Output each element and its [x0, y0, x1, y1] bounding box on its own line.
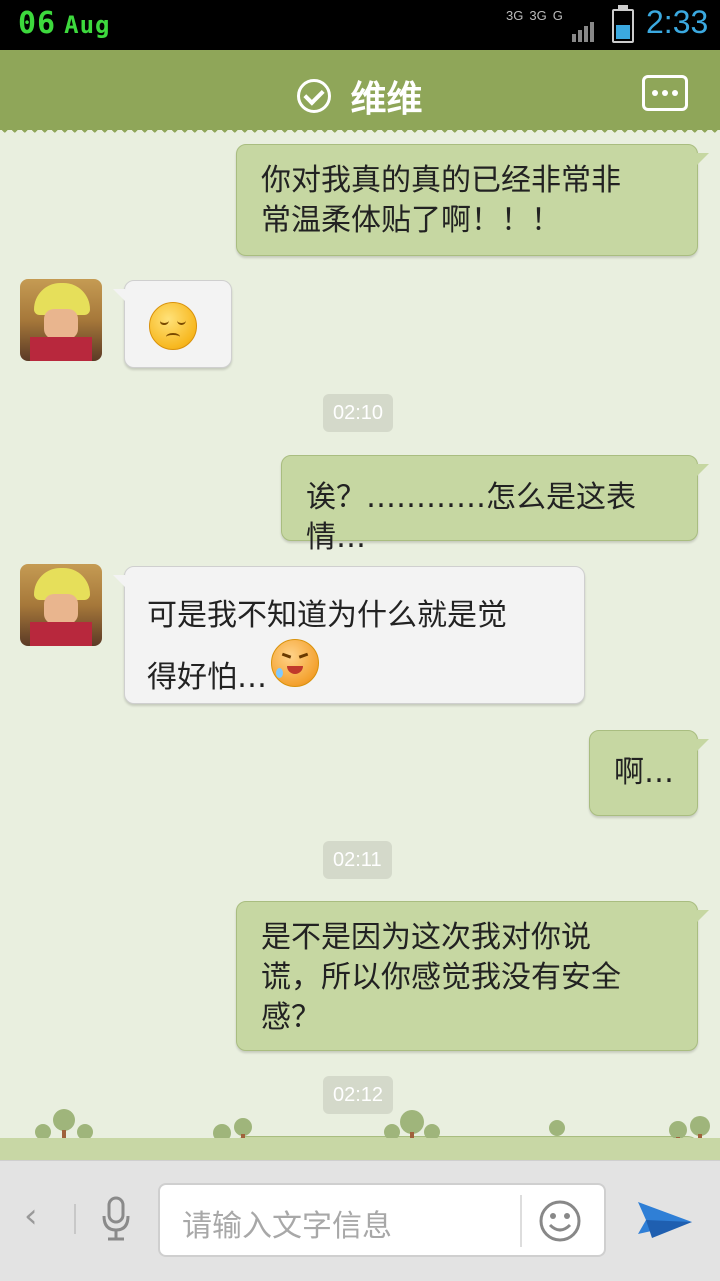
crying-emoji-icon	[271, 639, 319, 687]
battery-fill	[616, 24, 630, 39]
message-bubble-outgoing[interactable]: 是不是因为这次我对你说 谎，所以你感觉我没有安全 感？	[236, 901, 709, 1051]
status-time: 2:33	[646, 4, 709, 40]
network-indicator: 3G 3G G	[506, 8, 569, 23]
message-bubble-outgoing[interactable]: 诶？…………怎么是这表情…	[281, 455, 709, 555]
avatar[interactable]	[20, 564, 102, 646]
status-bar: 06 Aug 3G 3G G 2:33	[0, 0, 720, 50]
input-divider	[74, 1204, 76, 1234]
message-input-placeholder: 请输入文字信息	[182, 1209, 392, 1244]
chevron-left-icon[interactable]: ‹	[24, 1196, 44, 1236]
message-text: 诶？…………怎么是这表情…	[306, 480, 636, 555]
chat-more-icon	[652, 90, 658, 96]
message-bubble-incoming[interactable]	[113, 280, 232, 368]
message-text: 啊…	[614, 755, 674, 790]
ground-decoration	[0, 1138, 720, 1160]
status-month: Aug	[64, 11, 111, 39]
network-label-1: 3G	[506, 8, 524, 23]
status-date: 06 Aug	[18, 6, 110, 41]
timestamp: 02:11	[323, 841, 392, 879]
chat-title: 维维	[350, 79, 423, 120]
sad-emoji-icon	[149, 302, 197, 350]
timestamp: 02:10	[323, 394, 394, 432]
chat-more-button[interactable]	[642, 75, 688, 111]
battery-icon	[612, 5, 634, 43]
avatar[interactable]	[20, 279, 102, 361]
message-text: 可是我不知道为什么就是觉 得好怕…	[147, 598, 507, 695]
check-circle-icon	[297, 79, 332, 113]
network-label-2: 3G	[529, 8, 547, 23]
message-bubble-incoming[interactable]: 可是我不知道为什么就是觉 得好怕…	[113, 566, 585, 704]
status-day: 06	[18, 6, 57, 41]
microphone-icon[interactable]	[100, 1196, 132, 1242]
chat-title-wrap: 维维	[0, 70, 720, 122]
signal-icon	[572, 22, 596, 42]
message-text: 你对我真的真的已经非常非 常温柔体贴了啊！！！	[261, 163, 621, 238]
message-text: 是不是因为这次我对你说 谎，所以你感觉我没有安全 感？	[261, 920, 621, 1035]
send-icon[interactable]	[636, 1194, 694, 1246]
header-zigzag-edge	[0, 128, 720, 138]
smiley-icon	[539, 1200, 581, 1242]
network-label-3: G	[552, 8, 563, 23]
emoji-button[interactable]	[520, 1195, 602, 1247]
message-bubble-outgoing[interactable]: 你对我真的真的已经非常非 常温柔体贴了啊！！！	[236, 144, 709, 256]
message-bubble-outgoing[interactable]: 啊…	[589, 730, 709, 816]
